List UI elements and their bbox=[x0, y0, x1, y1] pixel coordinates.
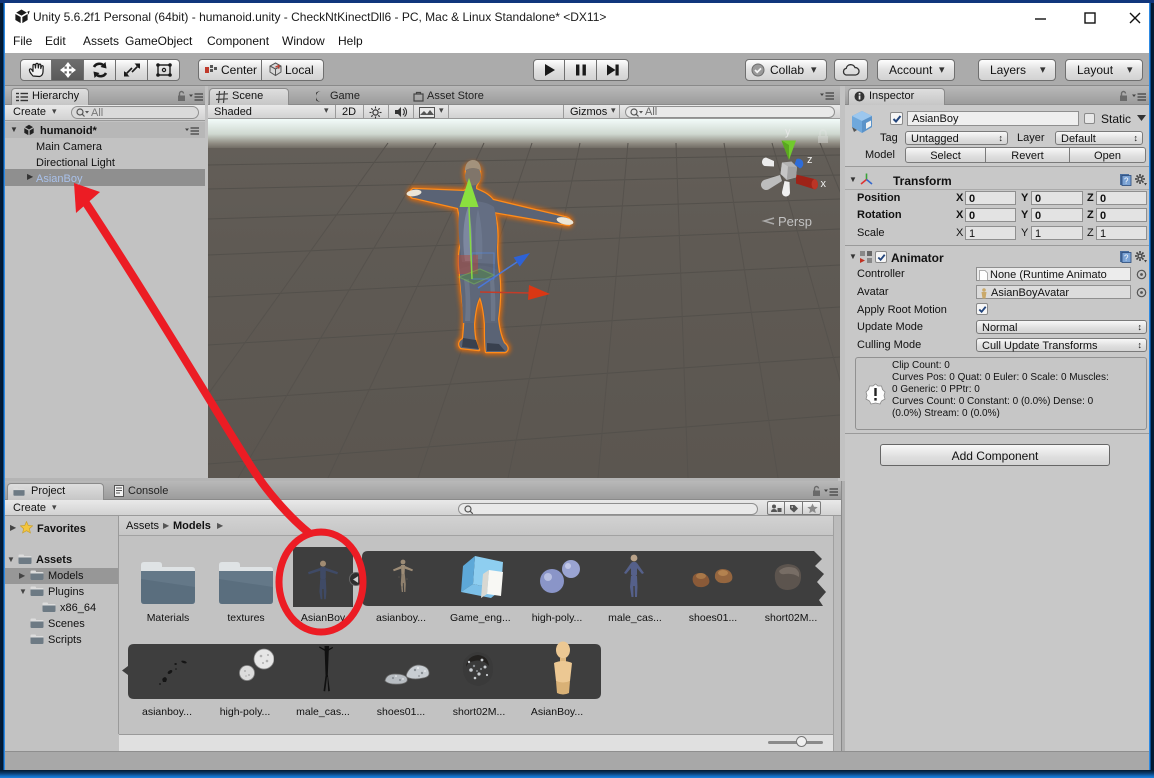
svg-text:z: z bbox=[807, 154, 813, 166]
svg-text:Persp: Persp bbox=[778, 214, 812, 229]
svg-text:y: y bbox=[785, 126, 791, 138]
svg-text:x: x bbox=[821, 178, 827, 190]
svg-text:?: ? bbox=[1124, 177, 1129, 186]
svg-text:?: ? bbox=[1124, 254, 1129, 263]
